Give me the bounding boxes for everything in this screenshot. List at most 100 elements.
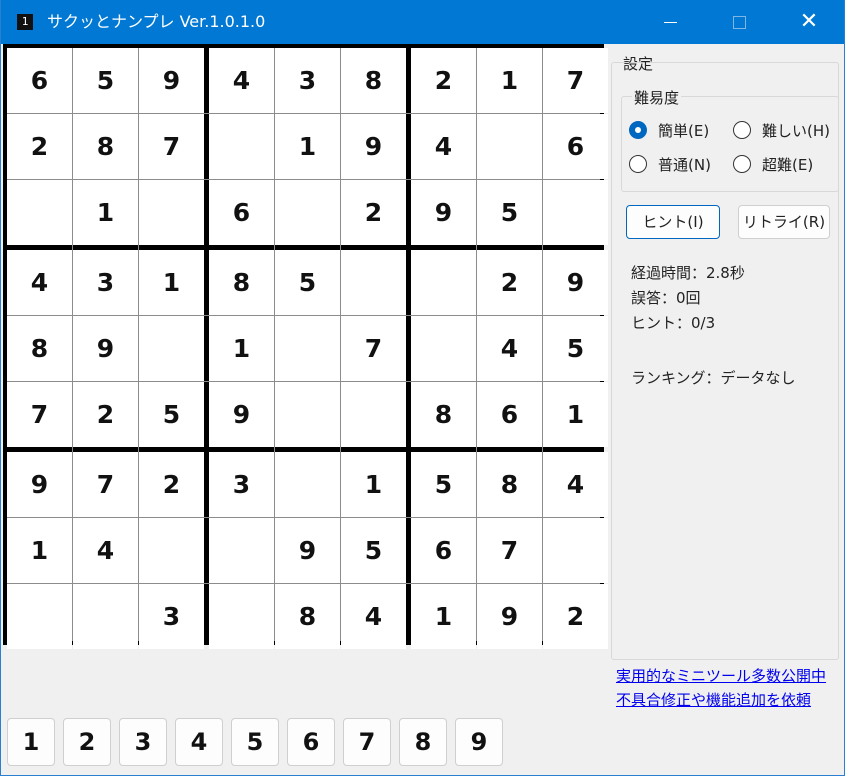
sudoku-cell[interactable]: 5 [73,48,138,113]
sudoku-cell[interactable]: 9 [209,382,274,447]
sudoku-cell[interactable]: 1 [7,518,72,583]
sudoku-cell[interactable] [209,518,274,583]
sudoku-cell[interactable]: 9 [275,518,340,583]
sudoku-board: 6594382172871946162954318529891745725986… [3,44,608,649]
sudoku-cell[interactable]: 3 [275,48,340,113]
sudoku-cell[interactable] [209,584,274,649]
sudoku-cell[interactable]: 1 [341,452,406,517]
sudoku-cell[interactable]: 5 [411,452,476,517]
tools-link[interactable]: 実用的なミニツール多数公開中 [616,665,826,686]
sudoku-cell[interactable]: 1 [543,382,608,447]
number-button-3[interactable]: 3 [119,718,167,766]
sudoku-cell[interactable] [139,518,204,583]
sudoku-cell[interactable]: 1 [139,250,204,315]
sudoku-cell[interactable]: 7 [73,452,138,517]
sudoku-cell[interactable] [543,180,608,245]
sudoku-cell[interactable]: 5 [341,518,406,583]
sudoku-cell[interactable] [477,114,542,179]
sudoku-cell[interactable]: 2 [477,250,542,315]
close-button[interactable]: ✕ [774,0,844,44]
minimize-button[interactable] [635,0,705,44]
sudoku-cell[interactable]: 3 [209,452,274,517]
sudoku-cell[interactable] [209,114,274,179]
retry-button[interactable]: リトライ(R) [738,205,830,239]
sudoku-cell[interactable]: 5 [477,180,542,245]
sudoku-cell[interactable]: 1 [411,584,476,649]
sudoku-cell[interactable] [275,316,340,381]
sudoku-cell[interactable]: 7 [543,48,608,113]
sudoku-cell[interactable]: 8 [209,250,274,315]
sudoku-cell[interactable] [341,382,406,447]
sudoku-cell[interactable]: 7 [139,114,204,179]
ranking-text: ランキング：データなし [631,369,796,387]
sudoku-cell[interactable]: 4 [543,452,608,517]
sudoku-cell[interactable]: 8 [477,452,542,517]
hint-button[interactable]: ヒント(I) [626,205,720,239]
number-button-1[interactable]: 1 [7,718,55,766]
sudoku-cell[interactable] [73,584,138,649]
sudoku-cell[interactable] [411,250,476,315]
sudoku-cell[interactable]: 7 [477,518,542,583]
sudoku-cell[interactable]: 3 [139,584,204,649]
sudoku-cell[interactable]: 8 [341,48,406,113]
sudoku-cell[interactable]: 3 [73,250,138,315]
sudoku-cell[interactable]: 5 [543,316,608,381]
sudoku-cell[interactable]: 4 [73,518,138,583]
sudoku-cell[interactable] [543,518,608,583]
title-bar[interactable]: 1 サクッとナンプレ Ver.1.0.1.0 ✕ [1,0,844,44]
sudoku-cell[interactable]: 5 [275,250,340,315]
sudoku-cell[interactable]: 6 [543,114,608,179]
sudoku-cell[interactable] [7,180,72,245]
sudoku-cell[interactable]: 9 [411,180,476,245]
maximize-button[interactable] [704,0,774,44]
request-link[interactable]: 不具合修正や機能追加を依頼 [616,689,811,710]
sudoku-cell[interactable]: 8 [73,114,138,179]
sudoku-cell[interactable]: 9 [477,584,542,649]
sudoku-cell[interactable]: 2 [411,48,476,113]
sudoku-cell[interactable]: 6 [7,48,72,113]
number-button-7[interactable]: 7 [343,718,391,766]
sudoku-cell[interactable]: 7 [341,316,406,381]
number-button-6[interactable]: 6 [287,718,335,766]
sudoku-cell[interactable]: 4 [7,250,72,315]
sudoku-cell[interactable]: 8 [7,316,72,381]
sudoku-cell[interactable]: 1 [477,48,542,113]
sudoku-cell[interactable] [275,382,340,447]
sudoku-cell[interactable]: 4 [411,114,476,179]
sudoku-cell[interactable]: 4 [209,48,274,113]
sudoku-cell[interactable]: 4 [477,316,542,381]
number-button-5[interactable]: 5 [231,718,279,766]
sudoku-cell[interactable] [139,316,204,381]
sudoku-cell[interactable] [275,180,340,245]
sudoku-cell[interactable]: 9 [73,316,138,381]
sudoku-cell[interactable]: 5 [139,382,204,447]
sudoku-cell[interactable]: 2 [543,584,608,649]
sudoku-cell[interactable]: 9 [139,48,204,113]
sudoku-cell[interactable]: 8 [275,584,340,649]
sudoku-cell[interactable] [275,452,340,517]
sudoku-cell[interactable]: 8 [411,382,476,447]
sudoku-cell[interactable]: 6 [209,180,274,245]
sudoku-cell[interactable]: 2 [341,180,406,245]
number-button-2[interactable]: 2 [63,718,111,766]
sudoku-cell[interactable]: 9 [341,114,406,179]
sudoku-cell[interactable]: 4 [341,584,406,649]
sudoku-cell[interactable]: 1 [73,180,138,245]
sudoku-cell[interactable]: 6 [411,518,476,583]
sudoku-cell[interactable] [411,316,476,381]
sudoku-cell[interactable]: 2 [7,114,72,179]
sudoku-cell[interactable] [341,250,406,315]
sudoku-cell[interactable]: 6 [477,382,542,447]
sudoku-cell[interactable]: 2 [73,382,138,447]
sudoku-cell[interactable]: 2 [139,452,204,517]
number-button-9[interactable]: 9 [455,718,503,766]
sudoku-cell[interactable]: 1 [275,114,340,179]
number-button-4[interactable]: 4 [175,718,223,766]
sudoku-cell[interactable] [139,180,204,245]
sudoku-cell[interactable]: 7 [7,382,72,447]
sudoku-cell[interactable]: 9 [7,452,72,517]
number-button-8[interactable]: 8 [399,718,447,766]
sudoku-cell[interactable]: 1 [209,316,274,381]
sudoku-cell[interactable]: 9 [543,250,608,315]
sudoku-cell[interactable] [7,584,72,649]
